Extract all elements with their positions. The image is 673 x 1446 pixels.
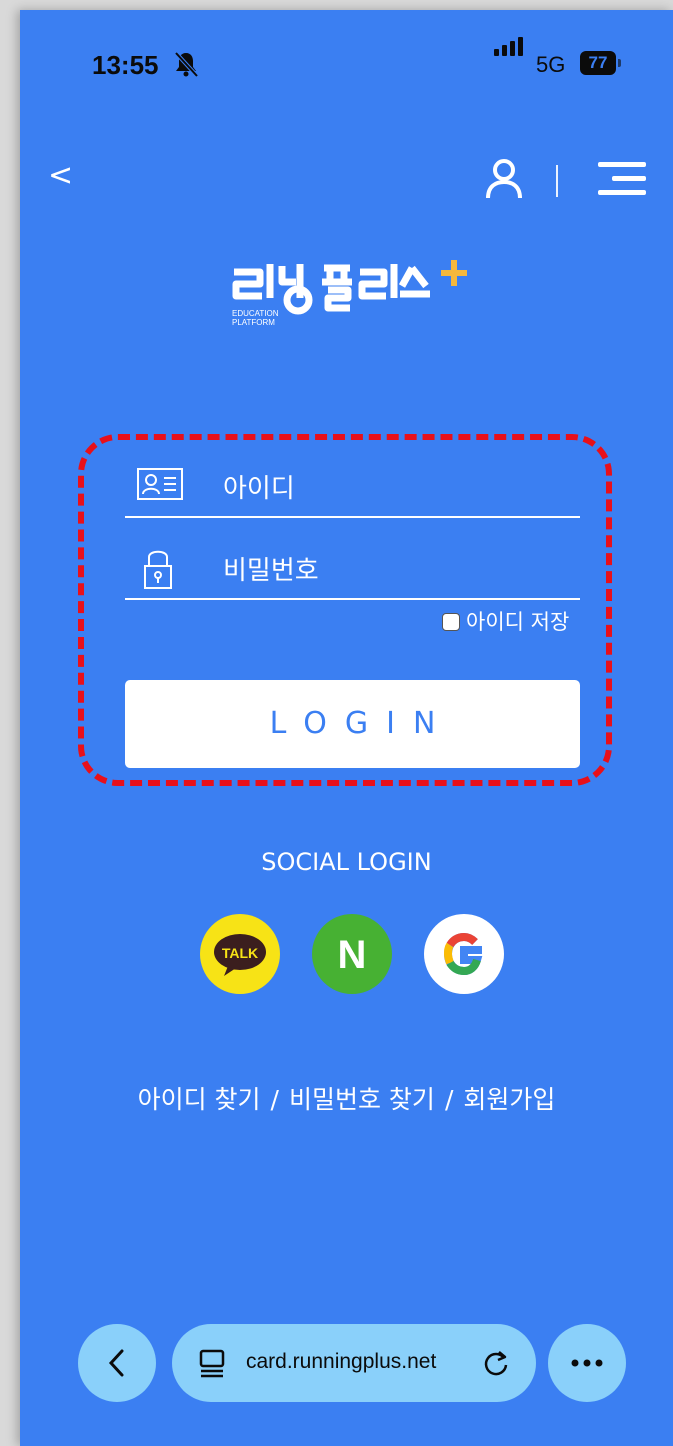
google-login-button[interactable] [424,914,504,994]
status-time: 13:55 [92,50,159,80]
find-id-link[interactable]: 아이디 찾기 [138,1085,261,1114]
back-button[interactable]: < [48,158,73,193]
id-field[interactable]: 아이디 [125,454,580,518]
save-id-label: 아이디 저장 [466,610,570,634]
signup-link[interactable]: 회원가입 [463,1085,555,1114]
browser-back-button[interactable] [78,1324,156,1402]
network-type: 5G [536,52,566,77]
google-icon [443,932,483,976]
save-id-checkbox[interactable]: 아이디 저장 [442,606,569,636]
lock-icon [144,550,172,589]
login-button[interactable]: LOGIN [125,680,580,768]
naver-icon: N [338,933,367,977]
id-card-icon [137,468,183,500]
runningplus-logo: EDUCATION PLATFORM [232,260,467,327]
naver-login-button[interactable]: N [312,914,392,994]
browser-more-button[interactable] [548,1324,626,1402]
kakao-icon: TALK [214,934,266,976]
link-separator: / [270,1085,279,1114]
header-divider [556,165,558,197]
checkbox-box[interactable] [442,613,460,631]
find-password-link[interactable]: 비밀번호 찾기 [289,1085,435,1114]
kakao-login-button[interactable]: TALK [200,914,280,994]
kakao-label: TALK [222,945,258,961]
address-bar[interactable]: card.runningplus.net [172,1324,536,1402]
link-separator: / [444,1085,454,1114]
reload-icon[interactable] [482,1348,512,1378]
logo-subtitle-2: PLATFORM [232,318,275,327]
password-field[interactable]: 비밀번호 [125,534,580,600]
id-placeholder: 아이디 [223,474,295,504]
account-links: 아이디 찾기 / 비밀번호 찾기 / 회원가입 [20,1080,673,1116]
logo-subtitle-1: EDUCATION [232,309,279,318]
naver-label: N [338,933,367,977]
url-text: card.runningplus.net [246,1350,437,1373]
chevron-left-icon [108,1349,124,1377]
battery-tip [618,59,621,67]
social-login-title: SOCIAL LOGIN [261,848,432,876]
menu-icon[interactable] [598,162,646,196]
bell-muted-icon [174,51,199,78]
user-icon[interactable] [485,158,523,200]
password-placeholder: 비밀번호 [223,556,319,586]
tabs-icon [199,1349,225,1378]
more-icon [571,1359,603,1367]
phone-screen: 13:55 5G 77 < EDUCATION PLATFORM 아이디 비밀번… [20,10,673,1446]
battery-icon: 77 [580,51,616,75]
